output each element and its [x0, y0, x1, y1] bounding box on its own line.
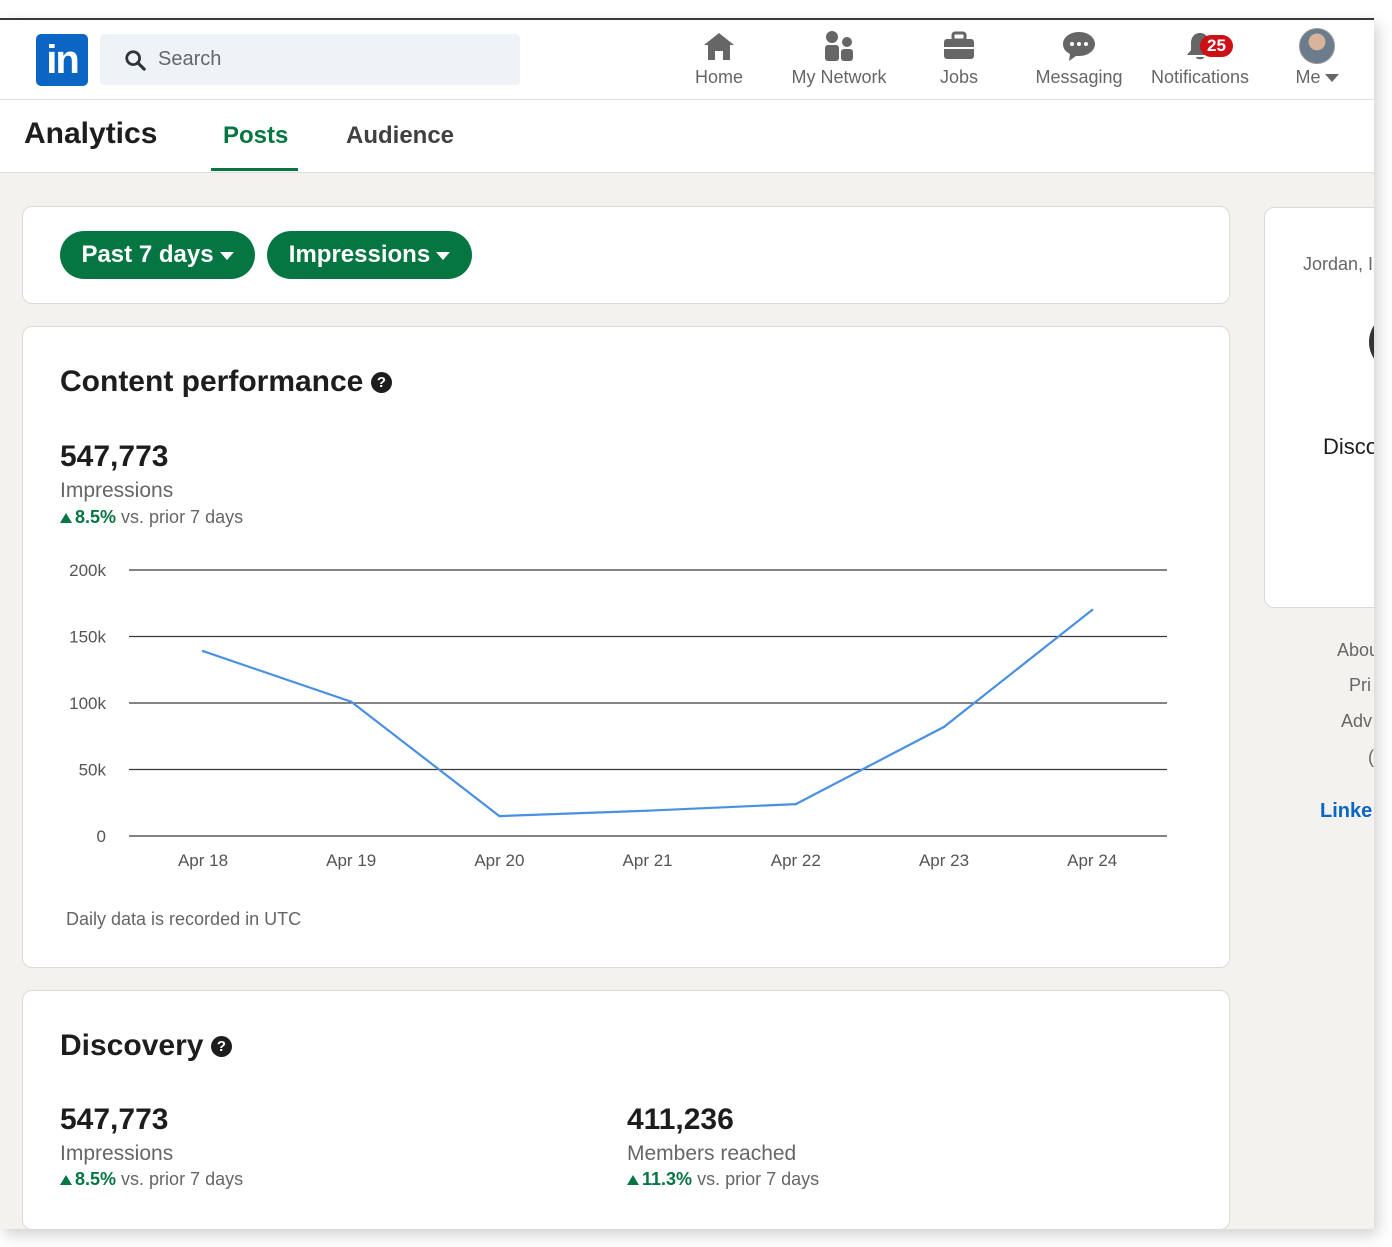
x-tick-label: Apr 24 — [1067, 851, 1117, 870]
content-performance-card: Content performance ? 547,773 Impression… — [22, 326, 1230, 968]
date-range-label: Past 7 days — [81, 241, 214, 268]
metric-dropdown[interactable]: Impressions — [267, 231, 472, 279]
profile-side-card: Jordan, I Disco — [1264, 207, 1374, 608]
nav-my-network-label: My Network — [791, 67, 887, 87]
nav-jobs-label: Jobs — [939, 67, 979, 87]
metric-label: Impressions — [288, 241, 431, 268]
x-tick-label: Apr 23 — [919, 851, 969, 870]
briefcase-icon — [944, 31, 974, 59]
profile-name: Jordan, I — [1303, 254, 1374, 274]
top-nav: in Home — [0, 20, 1374, 100]
data-point[interactable] — [350, 700, 353, 703]
search-icon — [125, 49, 146, 71]
data-point[interactable] — [1091, 608, 1094, 612]
date-range-dropdown[interactable]: Past 7 days — [60, 231, 255, 279]
x-tick-label: Apr 21 — [623, 851, 673, 870]
x-tick-label: Apr 20 — [474, 851, 524, 870]
y-tick-label: 100k — [69, 694, 106, 713]
tab-audience[interactable]: Audience — [346, 122, 454, 150]
caret-down-icon — [219, 252, 234, 260]
search-bar[interactable] — [100, 34, 520, 85]
members-reached-delta: 11.3% vs. prior 7 days — [627, 1169, 819, 1190]
filter-card: Past 7 days Impressions — [22, 206, 1230, 304]
data-point[interactable] — [942, 725, 946, 729]
page-title: Analytics — [24, 117, 158, 150]
data-point[interactable] — [794, 802, 797, 806]
utc-note: Daily data is recorded in UTC — [66, 909, 302, 929]
nav-jobs[interactable]: Jobs — [934, 28, 984, 96]
footer-link-about[interactable]: Abou — [1337, 640, 1374, 661]
footer-link-privacy[interactable]: Pri — [1349, 675, 1371, 696]
nav-me[interactable]: Me — [1290, 28, 1344, 96]
discovery-title: Discovery — [60, 1029, 204, 1062]
x-tick-label: Apr 18 — [178, 851, 228, 870]
linkedin-logo[interactable]: in — [36, 34, 88, 86]
delta-suffix: vs. prior 7 days — [697, 1169, 820, 1189]
chevron-down-icon — [1324, 73, 1339, 82]
browser-window: in Home — [0, 18, 1374, 1229]
caret-down-icon — [436, 252, 451, 260]
nav-messaging[interactable]: Messaging — [1030, 28, 1128, 96]
footer-link-more[interactable]: ( — [1368, 747, 1374, 768]
impressions-line-chart: 200k 150k 100k 50k 0 Apr 18 Apr 19 Apr 20 Apr 21… — [69, 561, 1167, 870]
home-icon — [704, 33, 734, 60]
help-icon[interactable]: ? — [211, 1036, 232, 1057]
nav-messaging-label: Messaging — [1035, 67, 1123, 87]
nav-notifications[interactable]: 25 Notifications — [1144, 28, 1256, 96]
discovery-card: Discovery ? 547,773 Impressions 8.5% vs.… — [22, 990, 1230, 1229]
notification-badge: 25 — [1200, 35, 1233, 57]
members-reached-label: Members reached — [627, 1142, 797, 1165]
side-heading: Disco — [1323, 434, 1374, 459]
y-tick-label: 150k — [69, 628, 106, 647]
x-tick-label: Apr 19 — [326, 851, 376, 870]
nav-me-label: Me — [1295, 67, 1321, 87]
delta-suffix: vs. prior 7 days — [121, 1169, 244, 1189]
network-icon — [825, 31, 853, 61]
search-input[interactable] — [158, 48, 488, 71]
tab-posts[interactable]: Posts — [223, 122, 288, 150]
nav-home-label: Home — [694, 67, 743, 87]
profile-photo — [1369, 312, 1374, 372]
footer-link-advertising[interactable]: Adv — [1341, 711, 1372, 732]
y-tick-label: 200k — [69, 561, 106, 580]
y-tick-label: 50k — [79, 761, 107, 780]
trend-up-icon — [627, 1175, 639, 1185]
x-tick-label: Apr 22 — [771, 851, 821, 870]
trend-up-icon — [60, 1175, 72, 1185]
impressions-series-line — [202, 609, 1093, 818]
discovery-impressions-label: Impressions — [60, 1142, 174, 1165]
delta-percent: 11.3% — [642, 1169, 693, 1189]
discovery-impressions-delta: 8.5% vs. prior 7 days — [60, 1169, 243, 1190]
messaging-icon — [1063, 32, 1095, 61]
active-tab-indicator — [211, 168, 298, 171]
nav-notifications-label: Notifications — [1150, 67, 1250, 87]
nav-my-network[interactable]: My Network — [786, 28, 892, 96]
linkedin-footer-brand[interactable]: Linke — [1320, 800, 1372, 823]
discovery-impressions-value: 547,773 — [60, 1103, 169, 1136]
members-reached-value: 411,236 — [627, 1103, 734, 1136]
avatar — [1299, 28, 1335, 64]
nav-home[interactable]: Home — [690, 28, 748, 96]
y-tick-label: 0 — [97, 827, 106, 846]
data-point[interactable] — [201, 649, 205, 653]
delta-percent: 8.5% — [75, 1169, 117, 1189]
analytics-subnav: Analytics Posts Audience — [0, 100, 1374, 173]
data-point[interactable] — [498, 814, 501, 818]
data-point[interactable] — [646, 809, 649, 812]
